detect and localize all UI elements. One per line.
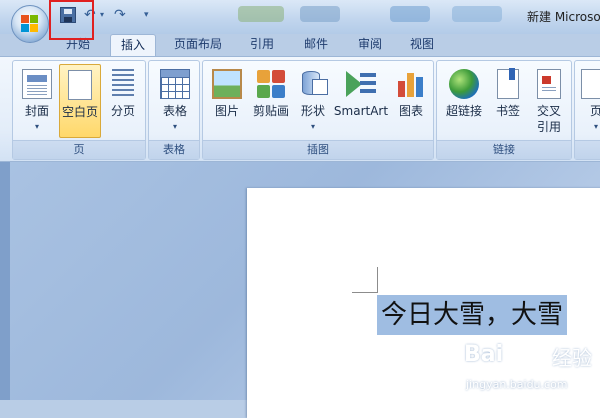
background-decoration — [300, 6, 340, 22]
chart-button[interactable]: 图表 — [391, 64, 431, 138]
cross-reference-label-line2: 引用 — [536, 120, 561, 134]
cross-reference-label-line1: 交叉 — [536, 104, 561, 118]
blank-page-icon — [68, 70, 92, 100]
blank-page-button[interactable]: 空白页 — [59, 64, 101, 138]
tab-page-layout[interactable]: 页面布局 — [166, 34, 230, 56]
group-illustrations-label: 插图 — [203, 140, 433, 159]
chevron-down-icon: ▾ — [172, 122, 177, 131]
header-icon — [581, 69, 600, 99]
chevron-down-icon: ▾ — [310, 122, 315, 131]
picture-button[interactable]: 图片 — [207, 64, 247, 138]
watermark-logo: Bai — [464, 342, 504, 367]
selected-text[interactable]: 今日大雪，大雪 — [377, 295, 568, 335]
customize-qat-icon[interactable]: ▾ — [144, 7, 154, 23]
office-button-icon — [21, 15, 39, 33]
picture-icon — [212, 69, 242, 99]
ribbon: 封面 ▾ 空白页 分页 页 表格 ▾ 表格 图片 剪贴画 形状 ▾ SmartA… — [0, 56, 600, 162]
background-decoration — [452, 6, 502, 22]
tab-mailings[interactable]: 邮件 — [296, 34, 336, 56]
group-tables: 表格 ▾ 表格 — [148, 60, 200, 160]
group-pages: 封面 ▾ 空白页 分页 页 — [12, 60, 146, 160]
chevron-down-icon: ▾ — [593, 122, 598, 131]
highlight-box — [49, 0, 94, 40]
group-header-footer-label — [575, 140, 600, 159]
header-label: 页 — [589, 104, 600, 118]
group-illustrations: 图片 剪贴画 形状 ▾ SmartArt 图表 插图 — [202, 60, 434, 160]
bookmark-label: 书签 — [495, 104, 520, 118]
page-break-icon — [112, 69, 134, 99]
shapes-icon — [298, 69, 328, 99]
group-tables-label: 表格 — [149, 140, 199, 159]
margin-marker — [352, 292, 378, 293]
table-label: 表格 — [162, 104, 187, 118]
chart-icon — [396, 69, 426, 99]
title-bar: ↶ ▾ ↷ ▾ 新建 Microso — [0, 0, 600, 40]
redo-icon[interactable]: ↷ — [114, 7, 128, 23]
background-decoration — [238, 6, 284, 22]
office-button[interactable] — [11, 5, 49, 43]
smartart-button[interactable]: SmartArt — [333, 64, 389, 138]
tab-insert[interactable]: 插入 — [110, 34, 156, 57]
undo-dropdown-icon[interactable]: ▾ — [100, 7, 108, 23]
tab-view[interactable]: 视图 — [402, 34, 442, 56]
group-pages-label: 页 — [13, 140, 145, 159]
group-links-label: 链接 — [437, 140, 571, 159]
margin-marker — [377, 267, 378, 293]
window-title: 新建 Microso — [527, 10, 600, 24]
cover-page-label: 封面 — [24, 104, 49, 118]
page-break-button[interactable]: 分页 — [103, 64, 143, 138]
watermark-url: jingyan.baidu.com — [466, 378, 568, 391]
header-button[interactable]: 页 ▾ — [579, 64, 600, 138]
hyperlink-label: 超链接 — [445, 104, 482, 118]
hyperlink-button[interactable]: 超链接 — [441, 64, 487, 138]
watermark-suffix: 经验 — [552, 346, 592, 370]
bookmark-button[interactable]: 书签 — [489, 64, 527, 138]
tab-references[interactable]: 引用 — [242, 34, 282, 56]
page-break-label: 分页 — [110, 104, 135, 118]
table-icon — [160, 69, 190, 99]
cross-reference-icon — [537, 69, 561, 99]
picture-label: 图片 — [214, 104, 239, 118]
shapes-button[interactable]: 形状 ▾ — [295, 64, 331, 138]
group-links: 超链接 书签 交叉 引用 链接 — [436, 60, 572, 160]
hyperlink-icon — [449, 69, 479, 99]
cover-page-button[interactable]: 封面 ▾ — [17, 64, 57, 138]
cover-page-icon — [22, 69, 52, 99]
clip-art-button[interactable]: 剪贴画 — [249, 64, 293, 138]
chart-label: 图表 — [398, 104, 423, 118]
watermark: Bai 经验 jingyan.baidu.com — [460, 338, 600, 400]
table-button[interactable]: 表格 ▾ — [153, 64, 197, 138]
clip-art-icon — [256, 69, 286, 99]
shapes-label: 形状 — [300, 104, 325, 118]
tab-review[interactable]: 审阅 — [350, 34, 390, 56]
group-header-footer: 页 ▾ — [574, 60, 600, 160]
blank-page-label: 空白页 — [61, 105, 98, 119]
background-decoration — [390, 6, 430, 22]
chevron-down-icon: ▾ — [34, 122, 39, 131]
bookmark-icon — [497, 68, 519, 99]
cross-reference-button[interactable]: 交叉 引用 — [529, 64, 569, 138]
clip-art-label: 剪贴画 — [252, 104, 289, 118]
paw-icon — [524, 340, 548, 364]
smartart-icon — [346, 69, 376, 99]
smartart-label: SmartArt — [333, 104, 389, 118]
